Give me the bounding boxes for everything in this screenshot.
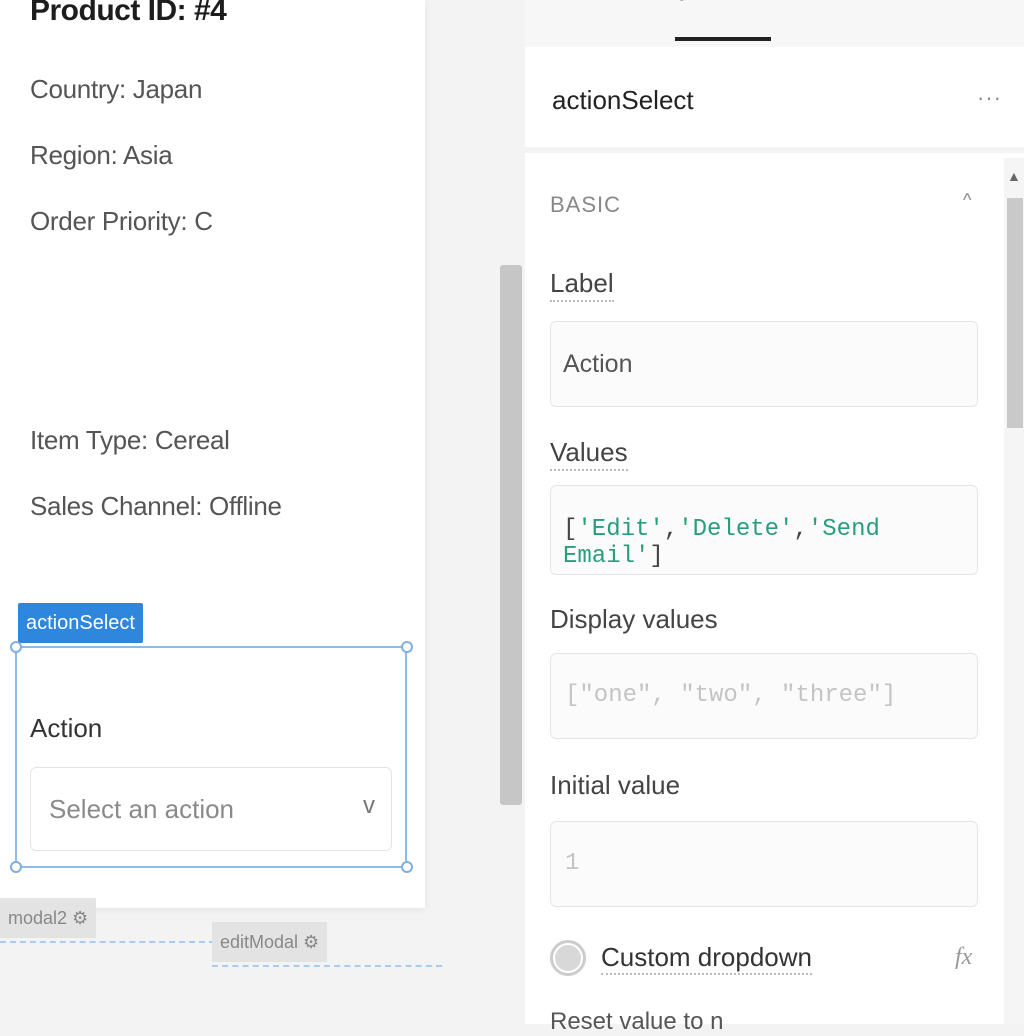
app-canvas: Product ID: #4 Country: Japan Region: As… xyxy=(0,0,442,1024)
panel-scrollbar-thumb[interactable] xyxy=(1007,198,1023,428)
display-values-prop-title: Display values xyxy=(550,604,718,634)
resize-handle-top-left[interactable] xyxy=(10,641,22,653)
values-code: ['Edit','Delete','Send Email'] xyxy=(563,516,880,570)
tab-inspect[interactable]: ● xyxy=(675,0,688,8)
values-input[interactable]: ['Edit','Delete','Send Email'] xyxy=(550,485,978,575)
chevron-down-icon: v xyxy=(363,792,375,819)
modal2-tag[interactable]: modal2 ⚙ xyxy=(0,898,97,938)
canvas-scrollbar[interactable] xyxy=(500,265,522,805)
active-tab-indicator xyxy=(675,37,771,41)
select-placeholder: Select an action xyxy=(49,794,235,824)
modal-dashed-outline xyxy=(0,941,215,943)
panel-tabs: ● xyxy=(525,0,1024,47)
action-select[interactable]: Select an action v xyxy=(30,767,392,851)
display-values-input[interactable]: ["one", "two", "three"] xyxy=(550,653,978,739)
label-prop-title: Label xyxy=(550,268,614,302)
select-label: Action xyxy=(30,713,103,743)
initial-value-placeholder: 1 xyxy=(565,850,580,877)
chevron-up-icon[interactable]: ^ xyxy=(963,190,971,211)
scroll-up-icon[interactable]: ▲ xyxy=(1007,168,1021,184)
values-prop-title: Values xyxy=(550,437,628,471)
custom-dropdown-label[interactable]: Custom dropdown xyxy=(601,942,812,975)
region-text: Region: Asia xyxy=(30,140,173,170)
section-title-basic[interactable]: BASIC xyxy=(550,192,621,218)
fx-icon[interactable]: fx xyxy=(955,944,972,971)
next-prop-title: Reset value to n xyxy=(550,1008,724,1035)
selected-component-tag[interactable]: actionSelect xyxy=(18,603,143,643)
resize-handle-top-right[interactable] xyxy=(401,641,413,653)
inspector-panel: ● actionSelect ··· BASIC ^ Label Action … xyxy=(525,0,1024,1035)
initial-value-prop-title: Initial value xyxy=(550,770,681,800)
display-values-placeholder: ["one", "two", "three"] xyxy=(565,682,897,709)
component-header: actionSelect ··· xyxy=(525,47,1024,153)
label-input[interactable]: Action xyxy=(550,321,978,407)
resize-handle-bottom-right[interactable] xyxy=(401,861,413,873)
order-priority-text: Order Priority: C xyxy=(30,206,213,236)
item-type-text: Item Type: Cereal xyxy=(30,425,230,455)
edit-modal-dashed-outline xyxy=(212,965,442,967)
toggle-knob xyxy=(555,945,581,971)
resize-handle-bottom-left[interactable] xyxy=(10,861,22,873)
custom-dropdown-toggle[interactable] xyxy=(550,940,586,976)
label-input-value: Action xyxy=(563,350,633,378)
initial-value-input[interactable]: 1 xyxy=(550,821,978,907)
edit-modal-tag[interactable]: editModal ⚙ xyxy=(212,922,328,962)
product-id-text: Product ID: #4 xyxy=(30,0,227,27)
sales-channel-text: Sales Channel: Offline xyxy=(30,491,282,521)
component-name[interactable]: actionSelect xyxy=(552,85,694,116)
detail-card: Product ID: #4 Country: Japan Region: As… xyxy=(0,0,425,908)
country-text: Country: Japan xyxy=(30,74,203,104)
more-options-icon[interactable]: ··· xyxy=(977,85,1002,111)
